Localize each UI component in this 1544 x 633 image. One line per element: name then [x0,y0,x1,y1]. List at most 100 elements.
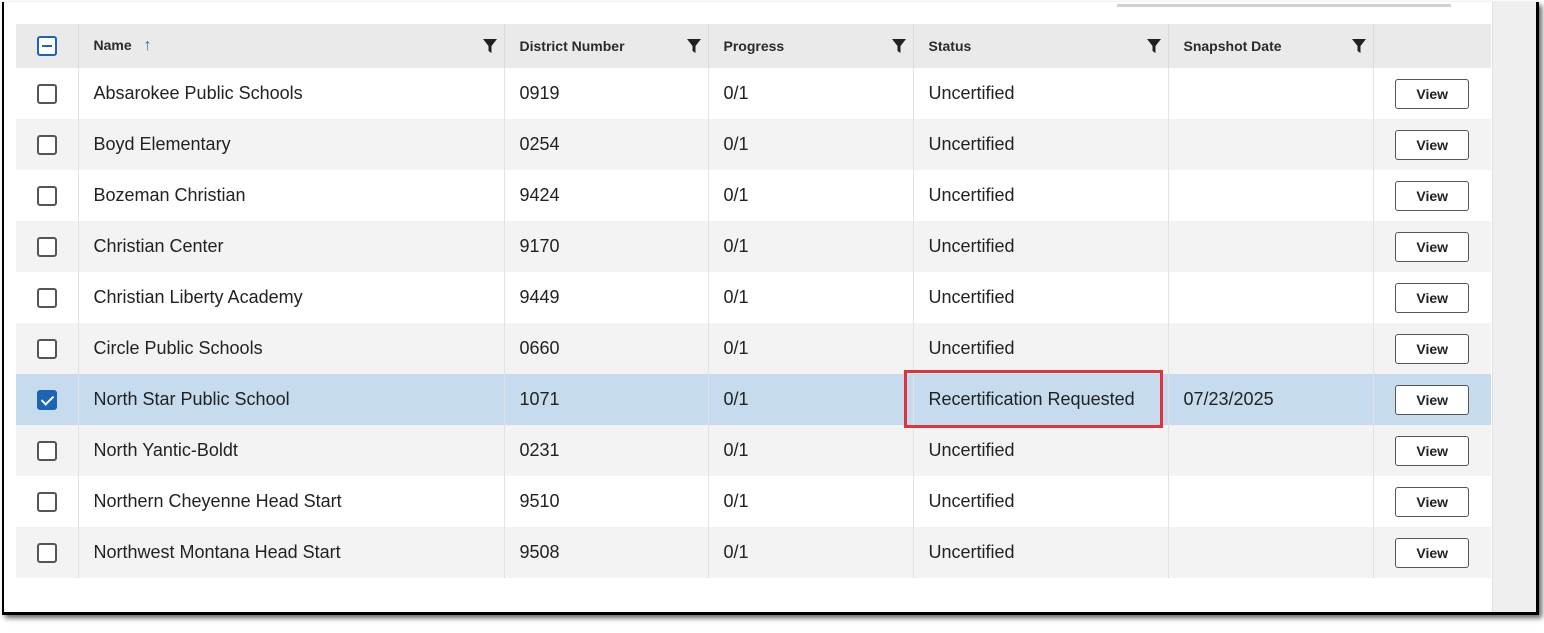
cell-name: North Yantic-Boldt [78,425,505,476]
cell-district-number: 1071 [504,374,709,425]
column-label-status: Status [928,38,972,54]
cell-snapshot-date [1168,170,1374,221]
view-button[interactable]: View [1395,180,1470,211]
cell-actions: View [1373,374,1491,425]
cell-progress: 0/1 [708,272,914,323]
select-all-header [16,24,79,68]
row-select-cell [16,272,79,323]
row-select-cell [16,119,79,170]
cell-actions: View [1373,425,1491,476]
row-select-cell [16,68,79,119]
cell-district-number: 0231 [504,425,709,476]
cell-name: Northwest Montana Head Start [78,527,505,578]
cell-snapshot-date: 07/23/2025 [1168,374,1374,425]
row-checkbox[interactable] [36,441,57,462]
view-button[interactable]: View [1395,231,1470,262]
row-checkbox[interactable] [36,186,57,207]
table-row[interactable]: Boyd Elementary 0254 0/1 Uncertified View [16,119,1491,170]
cell-district-number: 9510 [504,476,709,527]
cell-district-number: 0919 [504,68,709,119]
cell-snapshot-date [1168,476,1374,527]
cell-status: Uncertified [913,221,1169,272]
cell-name: Bozeman Christian [78,170,505,221]
table-row[interactable]: Northern Cheyenne Head Start 9510 0/1 Uncer… [16,476,1491,527]
cell-name: Northern Cheyenne Head Start [78,476,505,527]
select-all-checkbox[interactable] [36,36,57,56]
cell-district-number: 9449 [504,272,709,323]
window-frame: Name ↑ District Number Progress Status Sn… [2,2,1539,615]
cell-district-number: 9170 [504,221,709,272]
row-select-cell [16,221,79,272]
cell-name: Boyd Elementary [78,119,505,170]
cell-name: Christian Center [78,221,505,272]
view-button[interactable]: View [1395,282,1470,313]
view-button[interactable]: View [1395,78,1470,109]
view-button[interactable]: View [1395,129,1470,160]
row-checkbox[interactable] [36,84,57,105]
view-button[interactable]: View [1395,333,1470,364]
column-header-status[interactable]: Status [913,24,1169,68]
row-checkbox[interactable] [36,543,57,564]
cell-progress: 0/1 [708,476,914,527]
cell-district-number: 9508 [504,527,709,578]
cell-progress: 0/1 [708,425,914,476]
view-button[interactable]: View [1395,537,1470,568]
table-row[interactable]: Bozeman Christian 9424 0/1 Uncertified View [16,170,1491,221]
cell-status: Uncertified [913,68,1169,119]
sort-ascending-icon[interactable]: ↑ [144,37,152,54]
column-label-snapshot-date: Snapshot Date [1183,38,1282,54]
table-row[interactable]: North Yantic-Boldt 0231 0/1 Uncertified View [16,425,1491,476]
cell-actions: View [1373,170,1491,221]
column-header-actions [1373,24,1491,68]
cell-status: Uncertified [913,323,1169,374]
cell-snapshot-date [1168,425,1374,476]
cell-status: Recertification Requested [913,374,1169,425]
table-row[interactable]: Northwest Montana Head Start 9508 0/1 Uncer… [16,527,1491,578]
cell-status: Uncertified [913,476,1169,527]
cell-progress: 0/1 [708,374,914,425]
table-row[interactable]: Christian Liberty Academy 9449 0/1 Uncertif… [16,272,1491,323]
cell-snapshot-date [1168,119,1374,170]
column-header-name[interactable]: Name ↑ [78,24,505,68]
row-checkbox[interactable] [36,492,57,513]
district-table: Name ↑ District Number Progress Status Sn… [16,24,1491,578]
cell-status: Uncertified [913,272,1169,323]
row-select-cell [16,323,79,374]
column-header-district-number[interactable]: District Number [504,24,709,68]
cell-status: Uncertified [913,527,1169,578]
column-label-district-number: District Number [519,38,625,54]
view-button[interactable]: View [1395,384,1470,415]
cell-progress: 0/1 [708,68,914,119]
cell-progress: 0/1 [708,221,914,272]
cell-snapshot-date [1168,323,1374,374]
row-checkbox[interactable] [36,390,57,411]
table-row[interactable]: Circle Public Schools 0660 0/1 Uncertified V… [16,323,1491,374]
row-select-cell [16,170,79,221]
view-button[interactable]: View [1395,486,1470,517]
table-row[interactable]: North Star Public School 1071 0/1 Recertifi… [16,374,1491,425]
cell-actions: View [1373,476,1491,527]
cell-snapshot-date [1168,272,1374,323]
view-button[interactable]: View [1395,435,1470,466]
column-label-name: Name [93,37,132,53]
cell-progress: 0/1 [708,323,914,374]
cell-district-number: 0254 [504,119,709,170]
table-row[interactable]: Absarokee Public Schools 0919 0/1 Uncertifi… [16,68,1491,119]
row-select-cell [16,476,79,527]
cell-district-number: 0660 [504,323,709,374]
cell-snapshot-date [1168,68,1374,119]
column-header-progress[interactable]: Progress [708,24,914,68]
cell-actions: View [1373,221,1491,272]
top-divider [1117,4,1451,7]
cell-progress: 0/1 [708,527,914,578]
cell-snapshot-date [1168,221,1374,272]
row-checkbox[interactable] [36,237,57,258]
column-label-progress: Progress [723,38,785,54]
row-select-cell [16,425,79,476]
table-row[interactable]: Christian Center 9170 0/1 Uncertified View [16,221,1491,272]
row-checkbox[interactable] [36,339,57,360]
row-checkbox[interactable] [36,288,57,309]
cell-name: Christian Liberty Academy [78,272,505,323]
column-header-snapshot-date[interactable]: Snapshot Date [1168,24,1374,68]
row-checkbox[interactable] [36,135,57,156]
